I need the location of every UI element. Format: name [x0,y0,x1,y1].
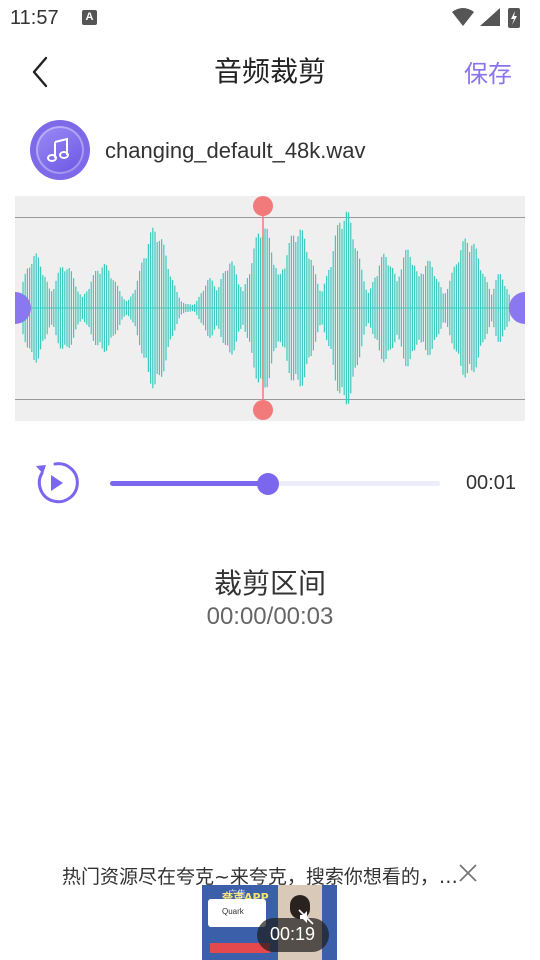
trim-start-handle[interactable] [15,292,31,324]
file-avatar [30,120,90,180]
playhead-bottom-handle[interactable] [253,400,273,420]
a-notification-icon: A [82,10,97,25]
trim-range-value: 00:00/00:03 [206,603,334,630]
file-name: changing_default_48k.wav [105,138,366,163]
seek-bar-fill [110,481,269,486]
waveform-editor[interactable] [15,196,525,421]
replay-play-icon[interactable] [30,458,80,508]
music-note-icon [47,137,69,162]
waveform [15,196,525,420]
mute-icon[interactable] [297,908,315,926]
ad-thumb-panel: Quark [208,899,266,927]
ad-thumb-brand: Quark [222,907,244,916]
playhead-top-handle[interactable] [253,196,273,216]
wifi-icon [452,8,474,26]
seek-bar-thumb[interactable] [257,473,280,495]
trim-end-handle[interactable] [509,292,525,324]
file-info: changing_default_48k.wav [30,120,530,182]
seek-bar[interactable] [110,473,440,495]
close-icon[interactable] [457,862,479,884]
trim-range-label: 裁剪区间 [213,567,326,600]
status-bar: 11:57 A [0,0,540,36]
status-time: 11:57 [10,7,59,29]
save-button[interactable]: 保存 [464,54,512,89]
current-time: 00:01 [465,472,516,494]
top-bar: 音频裁剪 保存 [0,40,540,102]
status-icons [452,8,520,28]
ad-tag: 广告 [228,890,247,900]
player-controls: 00:01 [30,458,520,510]
ad-duration: 00:19 [270,924,316,944]
page-title: 音频裁剪 [213,55,326,88]
signal-icon [480,8,500,26]
